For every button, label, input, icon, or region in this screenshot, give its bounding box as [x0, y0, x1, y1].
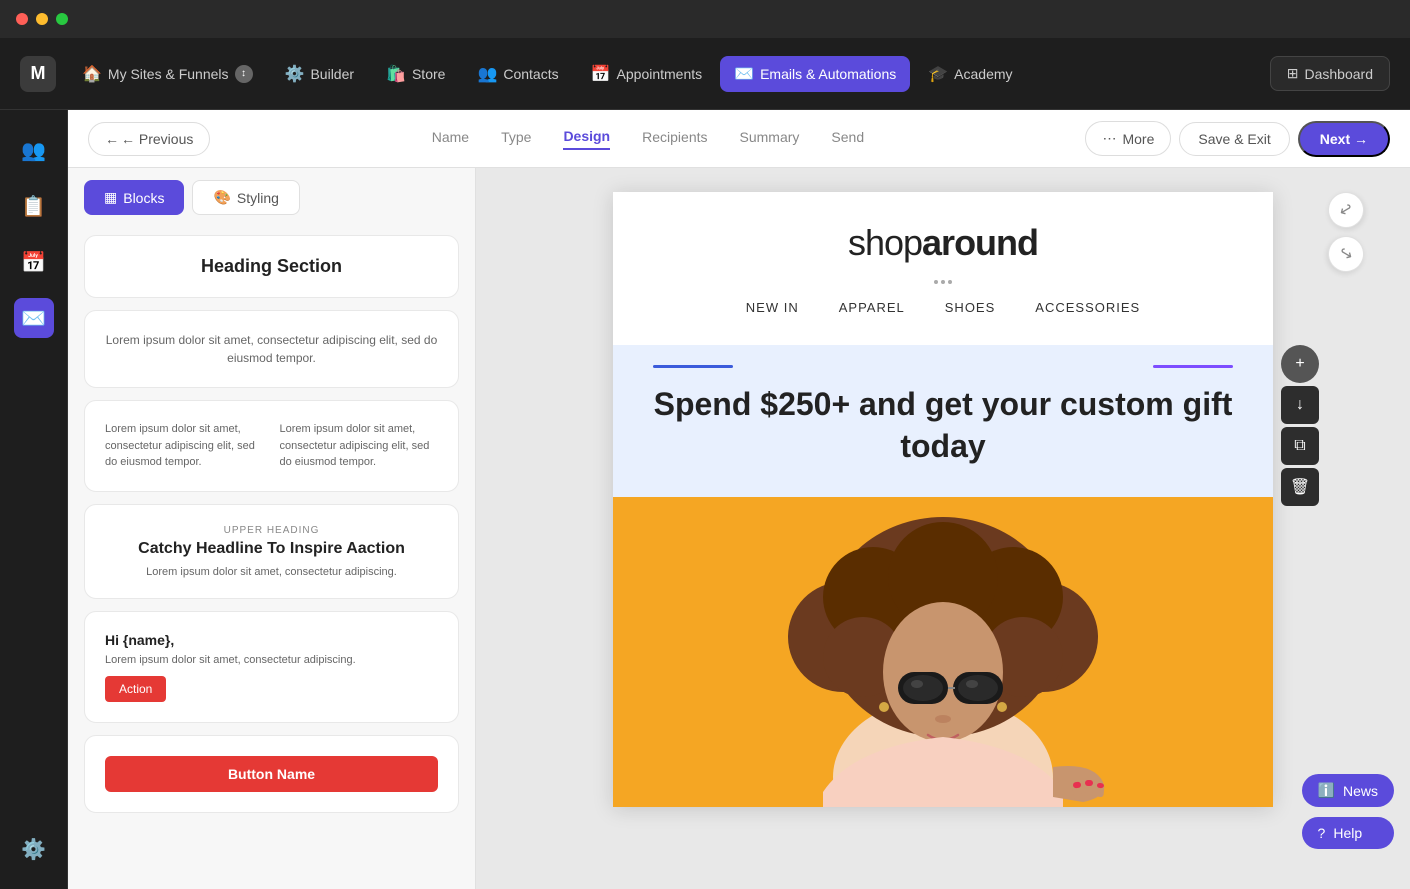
float-copy-btn[interactable]: ⧉ [1281, 427, 1319, 465]
step-type[interactable]: Type [501, 129, 531, 149]
undo-button[interactable]: ↩ [1321, 185, 1370, 234]
block-catchy-headline[interactable]: UPPER HEADING Catchy Headline To Inspire… [84, 504, 459, 599]
more-button[interactable]: ⋯ More [1085, 121, 1171, 156]
paint-icon: 🎨 [213, 189, 230, 206]
nav-new-in: NEW IN [746, 300, 799, 315]
promo-line-right [1153, 365, 1233, 368]
more-dots-icon: ⋯ [1102, 130, 1116, 147]
wizard-steps: Name Type Design Recipients Summary Send [218, 128, 1077, 150]
wizard-toolbar: ← ← Previous Name Type Design Recipients… [68, 110, 1410, 168]
block-heading-section[interactable]: Heading Section [84, 235, 459, 298]
blocks-icon: ▦ [104, 189, 117, 206]
nav-item-contacts[interactable]: 👥 Contacts [463, 56, 572, 92]
email-nav: NEW IN APPAREL SHOES ACCESSORIES [746, 300, 1140, 315]
appointments-icon: 📅 [591, 64, 611, 84]
builder-icon: ⚙️ [285, 64, 305, 84]
model-svg [613, 497, 1273, 807]
block-two-col[interactable]: Lorem ipsum dolor sit amet, consectetur … [84, 400, 459, 492]
sidebar-contacts-icon[interactable]: 👥 [14, 130, 54, 170]
tab-styling[interactable]: 🎨 Styling [192, 180, 299, 215]
nav-accessories: ACCESSORIES [1035, 300, 1140, 315]
nav-apparel: APPAREL [839, 300, 905, 315]
left-sidebar: 👥 📋 📅 ✉️ ⚙️ [0, 110, 68, 889]
sidebar-settings-icon[interactable]: ⚙️ [14, 829, 54, 869]
float-delete-btn[interactable]: 🗑 [1281, 468, 1319, 506]
promo-lines [653, 365, 1233, 368]
brand-logo[interactable]: M [20, 56, 56, 92]
nav-dots [934, 280, 952, 284]
block-button[interactable]: Button Name [84, 735, 459, 813]
block-personal-cta[interactable]: Hi {name}, Lorem ipsum dolor sit amet, c… [84, 611, 459, 723]
float-toolbar: + ↓ ⧉ 🗑 [1281, 345, 1319, 506]
redo-button[interactable]: ↩ [1321, 229, 1370, 278]
contacts-icon: 👥 [477, 64, 497, 84]
nav-item-appointments[interactable]: 📅 Appointments [577, 56, 717, 92]
image-section [613, 497, 1273, 807]
arrow-left-icon: ← [105, 131, 119, 147]
titlebar [0, 0, 1410, 38]
nav-item-emails[interactable]: ✉️ Emails & Automations [720, 56, 910, 92]
sites-badge: ↕ [235, 65, 253, 83]
help-button[interactable]: ? Help [1302, 817, 1394, 849]
news-button[interactable]: ℹ️ News [1302, 774, 1394, 807]
top-nav: M 🏠 My Sites & Funnels ↕ ⚙️ Builder 🛍️ S… [0, 38, 1410, 110]
nav-item-builder[interactable]: ⚙️ Builder [271, 56, 369, 92]
email-canvas: ↩ ↩ shoparound NEW IN APPAREL SHOES ACCE [476, 168, 1410, 889]
float-add-btn[interactable]: + [1281, 345, 1319, 383]
dashboard-button[interactable]: ⊞ Dashboard [1270, 56, 1390, 91]
sidebar-email-icon[interactable]: ✉️ [14, 298, 54, 338]
step-send[interactable]: Send [831, 129, 864, 149]
info-icon: ℹ️ [1318, 782, 1335, 799]
nav-shoes: SHOES [945, 300, 996, 315]
dashboard-icon: ⊞ [1287, 65, 1299, 82]
store-icon: 🛍️ [386, 64, 406, 84]
academy-icon: 🎓 [928, 64, 948, 84]
minimize-window-btn[interactable] [36, 13, 48, 25]
undo-redo-controls: ↩ ↩ [1328, 192, 1364, 272]
panel-tabs: ▦ Blocks 🎨 Styling [68, 168, 475, 227]
sidebar-calendar-icon[interactable]: 📅 [14, 242, 54, 282]
nav-item-academy[interactable]: 🎓 Academy [914, 56, 1026, 92]
shop-logo: shoparound [848, 222, 1038, 264]
help-icon: ? [1318, 825, 1326, 841]
block-lorem-single[interactable]: Lorem ipsum dolor sit amet, consectetur … [84, 310, 459, 388]
nav-item-store[interactable]: 🛍️ Store [372, 56, 459, 92]
close-window-btn[interactable] [16, 13, 28, 25]
sidebar-notes-icon[interactable]: 📋 [14, 186, 54, 226]
step-recipients[interactable]: Recipients [642, 129, 707, 149]
nav-item-sites[interactable]: 🏠 My Sites & Funnels ↕ [68, 56, 267, 92]
two-col-layout: Lorem ipsum dolor sit amet, consectetur … [105, 421, 438, 471]
blocks-list: Heading Section Lorem ipsum dolor sit am… [68, 227, 475, 821]
previous-button[interactable]: ← ← Previous [88, 122, 210, 156]
save-exit-button[interactable]: Save & Exit [1179, 122, 1289, 156]
promo-section: Spend $250+ and get your custom gift tod… [613, 345, 1273, 497]
bottom-right-buttons: ℹ️ News ? Help [1302, 774, 1394, 849]
step-design[interactable]: Design [563, 128, 610, 150]
email-nav-icon: ✉️ [734, 64, 754, 84]
main-content: ▦ Blocks 🎨 Styling Heading Section Lorem… [68, 168, 1410, 889]
step-summary[interactable]: Summary [740, 129, 800, 149]
email-header: shoparound NEW IN APPAREL SHOES ACCESSOR… [613, 192, 1273, 345]
next-button[interactable]: Next → [1298, 121, 1390, 157]
float-move-down-btn[interactable]: ↓ [1281, 386, 1319, 424]
promo-headline: Spend $250+ and get your custom gift tod… [653, 384, 1233, 467]
promo-line-left [653, 365, 733, 368]
cta-action-btn[interactable]: Action [105, 676, 166, 702]
maximize-window-btn[interactable] [56, 13, 68, 25]
step-name[interactable]: Name [432, 129, 469, 149]
sites-icon: 🏠 [82, 64, 102, 84]
tab-blocks[interactable]: ▦ Blocks [84, 180, 184, 215]
email-container: shoparound NEW IN APPAREL SHOES ACCESSOR… [613, 192, 1273, 807]
blocks-panel: ▦ Blocks 🎨 Styling Heading Section Lorem… [68, 168, 476, 889]
